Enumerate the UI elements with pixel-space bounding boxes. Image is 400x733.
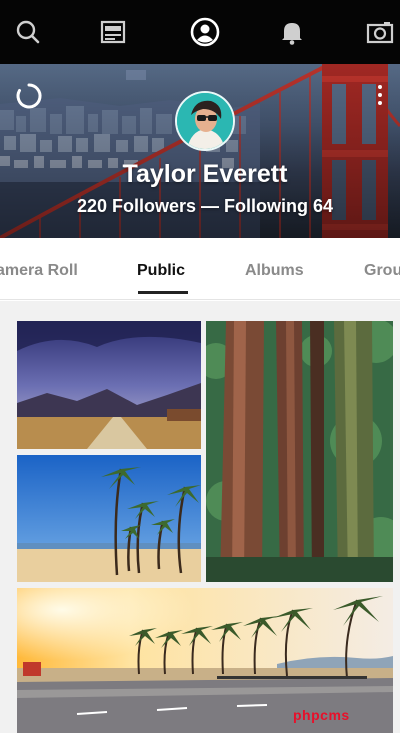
- tab-public[interactable]: Public: [137, 262, 185, 280]
- profile-cover: Taylor Everett 220 Followers — Following…: [0, 64, 400, 238]
- tab-camera-roll[interactable]: amera Roll: [0, 262, 78, 280]
- photo-tile-beach-palms[interactable]: [17, 455, 201, 582]
- active-tab-indicator: [138, 291, 188, 294]
- tab-albums[interactable]: Albums: [245, 262, 304, 280]
- tab-groups[interactable]: Grou: [364, 262, 400, 280]
- profile-follow-stats[interactable]: 220 Followers — Following 64: [0, 196, 400, 217]
- profile-tabs: amera Roll Public Albums Grou: [0, 238, 400, 300]
- profile-name: Taylor Everett: [122, 160, 288, 188]
- watermark-text: phpcms: [293, 707, 350, 723]
- sync-icon[interactable]: [14, 81, 44, 111]
- photo-grid: [0, 301, 400, 733]
- search-icon[interactable]: [8, 12, 48, 52]
- feed-icon[interactable]: [93, 12, 133, 52]
- top-nav-bar: [0, 0, 400, 64]
- profile-icon[interactable]: [185, 12, 225, 52]
- photo-tile-redwood-forest[interactable]: [206, 321, 393, 582]
- more-options-icon[interactable]: [370, 82, 390, 108]
- photo-tile-stormy-road[interactable]: [17, 321, 201, 449]
- bell-icon[interactable]: [272, 12, 312, 52]
- avatar[interactable]: [175, 91, 235, 151]
- camera-icon[interactable]: [360, 12, 400, 52]
